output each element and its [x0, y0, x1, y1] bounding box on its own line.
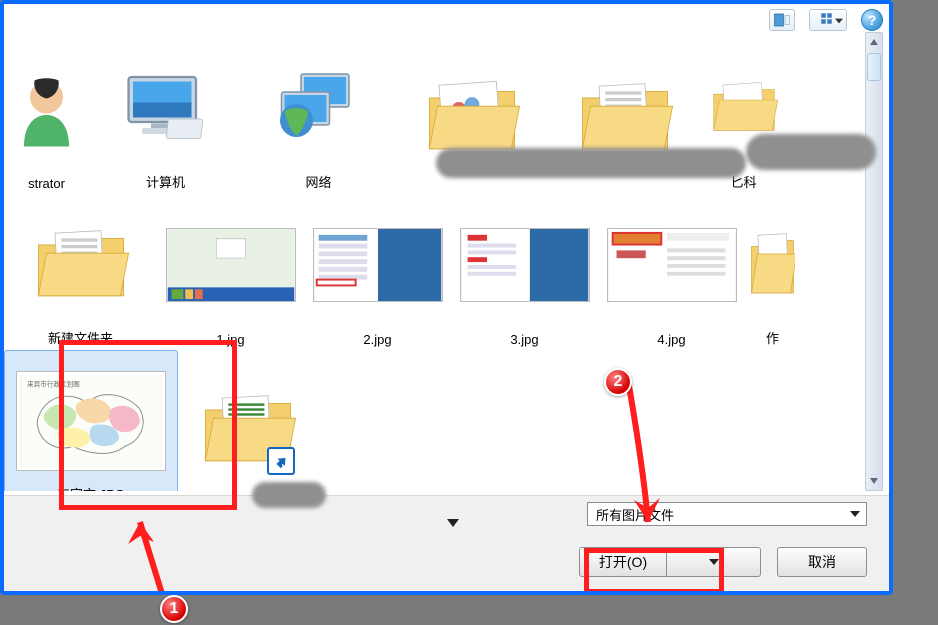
- thumbnail-icon: 来宾市行政区划图: [13, 359, 169, 482]
- network-icon: [247, 43, 390, 170]
- file-type-filter[interactable]: 所有图片文件: [587, 502, 867, 526]
- item-label: 1.jpg: [212, 330, 248, 349]
- redaction-smudge: [746, 134, 876, 170]
- folder-icon: [750, 199, 795, 326]
- file-list-pane[interactable]: strator 计算机 网络: [4, 32, 857, 491]
- user-icon: [9, 43, 84, 174]
- item-1jpg[interactable]: 1.jpg: [157, 194, 304, 350]
- cancel-button-label: 取消: [808, 552, 836, 572]
- item-label: 2.jpg: [359, 330, 395, 349]
- vertical-scrollbar[interactable]: [865, 32, 883, 491]
- item-label: 新建文件夹: [44, 326, 117, 349]
- help-button[interactable]: ?: [861, 9, 883, 31]
- folder-icon: [9, 199, 152, 326]
- item-new-folder[interactable]: 新建文件夹: [4, 194, 157, 350]
- scroll-down-icon[interactable]: [866, 472, 882, 490]
- annotation-badge-1: 1: [160, 595, 188, 623]
- view-options-button[interactable]: [809, 9, 847, 31]
- item-label: 3.jpg: [506, 330, 542, 349]
- file-type-label: 所有图片文件: [596, 505, 674, 524]
- item-laibin-jpg[interactable]: 来宾市行政区划图 来宾市.JPG: [4, 350, 178, 491]
- scroll-up-icon[interactable]: [866, 33, 882, 51]
- thumbnail-icon: [309, 199, 446, 330]
- item-2jpg[interactable]: 2.jpg: [304, 194, 451, 350]
- svg-text:来宾市行政区划图: 来宾市行政区划图: [27, 379, 80, 388]
- thumbnail-icon: [603, 199, 740, 330]
- item-folder-shortcut[interactable]: [178, 350, 318, 491]
- badge-label: 1: [170, 600, 179, 618]
- item-label: 计算机: [142, 170, 189, 193]
- item-label: [621, 189, 629, 193]
- item-label: 网络: [301, 170, 335, 193]
- preview-pane-button[interactable]: [769, 9, 795, 31]
- open-button-dropdown[interactable]: [667, 547, 761, 577]
- open-split-button: 打开(O): [579, 547, 761, 577]
- filename-dropdown-icon[interactable]: [447, 514, 459, 532]
- view-toolbar: ?: [769, 7, 883, 33]
- redaction-smudge: [252, 482, 326, 508]
- computer-icon: [94, 43, 237, 170]
- dialog-bottom-bar: 所有图片文件 打开(O) 取消: [4, 495, 889, 591]
- thumbnail-icon: [456, 199, 593, 330]
- file-grid: strator 计算机 网络: [4, 32, 857, 491]
- item-4jpg[interactable]: 4.jpg: [598, 194, 745, 350]
- redaction-smudge: [436, 148, 746, 178]
- item-user[interactable]: strator: [4, 38, 89, 194]
- item-network[interactable]: 网络: [242, 38, 395, 194]
- cancel-button[interactable]: 取消: [777, 547, 867, 577]
- open-dialog-window: ? strator 计算机: [0, 0, 893, 595]
- chevron-down-icon: [846, 505, 864, 523]
- item-label: strator: [24, 174, 69, 193]
- item-3jpg[interactable]: 3.jpg: [451, 194, 598, 350]
- item-folder-work[interactable]: 作: [745, 194, 800, 350]
- item-label: 来宾市.JPG: [53, 482, 129, 491]
- scrollbar-thumb[interactable]: [867, 53, 881, 81]
- open-button[interactable]: 打开(O): [579, 547, 667, 577]
- dialog-buttons: 打开(O) 取消: [579, 547, 867, 577]
- open-button-label: 打开(O): [599, 552, 647, 572]
- item-label: [468, 189, 476, 193]
- shortcut-arrow-icon: [267, 447, 295, 475]
- item-label: 作: [762, 326, 783, 349]
- item-label: 4.jpg: [653, 330, 689, 349]
- item-computer[interactable]: 计算机: [89, 38, 242, 194]
- thumbnail-icon: [162, 199, 299, 330]
